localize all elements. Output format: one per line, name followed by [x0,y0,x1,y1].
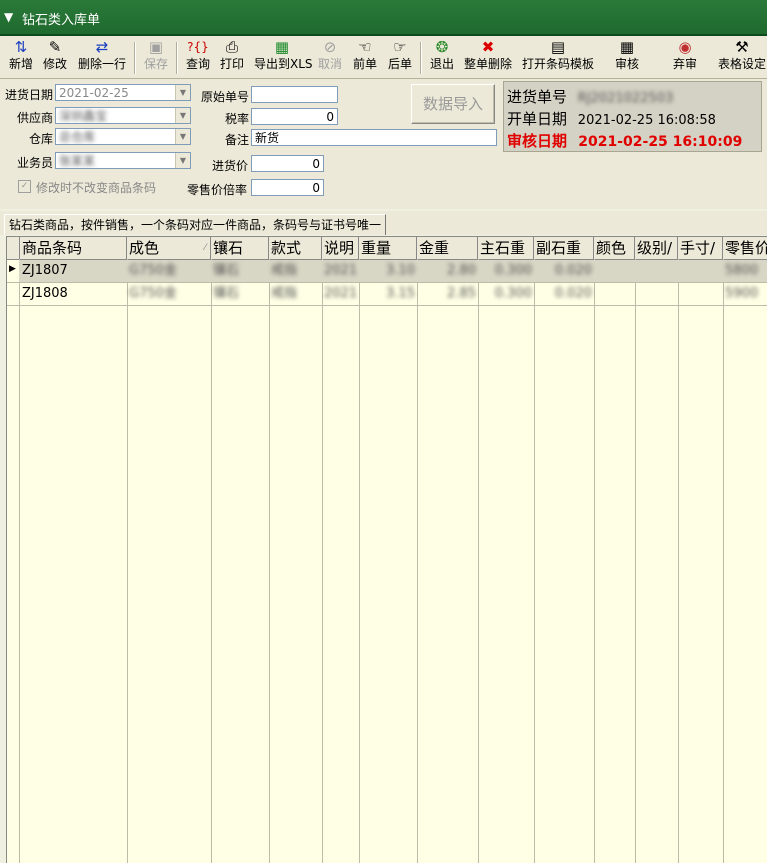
original-no-input[interactable] [251,86,338,103]
open-barcode-template-button[interactable]: ▤ 打开条码模板 [520,38,596,76]
order-no-row: 进货单号 RJ2021022503 [507,88,674,106]
sort-icon: ⁄ [204,243,206,253]
col-header[interactable]: 副石重 [534,237,594,259]
exit-button[interactable]: ❂ 退出 [428,38,456,76]
keep-barcode-checkbox[interactable]: ✓ [18,180,31,193]
col-header[interactable]: 主石重 [478,237,534,259]
title-bar: ▼ 钻石类入库单 [0,0,767,36]
next-hand-icon: ☞ [393,38,407,56]
cancel-button[interactable]: ⊘ 取消 [316,38,344,76]
order-info-panel: 进货单号 RJ2021022503 开单日期 2021-02-25 16:08:… [503,81,762,152]
audit-icon: ▦ [619,38,635,56]
col-header[interactable]: 手寸/ [678,237,723,259]
col-header[interactable]: 颜色 [594,237,635,259]
warehouse-select[interactable]: 总仓库 ▼ [55,128,191,145]
delete-icon: ✖ [481,38,495,56]
clerk-select[interactable]: 张某某 ▼ [55,152,191,169]
prev-hand-icon: ☜ [358,38,372,56]
row-indicator-header [7,237,20,259]
query-button[interactable]: ?{} 查询 [184,38,212,76]
tab-strip: 钻石类商品，按件销售，一个条码对应一件商品，条码号与证书号唯一 [0,211,767,235]
col-header[interactable]: 款式 [269,237,322,259]
abandon-audit-button[interactable]: ◉ 弃审 [670,38,700,76]
toolbar: ⇅ 新增 ✎ 修改 ⇄ 删除一行 ▣ 保存 ?{} 查询 ⎙ 打印 ▦ 导出到X… [0,36,767,79]
tab-diamond-goods[interactable]: 钻石类商品，按件销售，一个条码对应一件商品，条码号与证书号唯一 [4,214,387,235]
tax-input[interactable]: 0 [251,108,338,125]
col-header[interactable]: 说明 [322,237,359,259]
add-icon: ⇅ [14,38,28,56]
grid-header: 商品条码 成色 ⁄ 镶石 款式 说明 重量 金重 主石重 副石重 颜色 级别/ 手… [7,237,767,260]
col-header[interactable]: 零售价 [723,237,767,259]
retail-rate-input[interactable]: 0 [251,179,324,196]
exit-icon: ❂ [435,38,449,56]
chevron-down-icon[interactable]: ▼ [175,108,190,123]
add-button[interactable]: ⇅ 新增 [6,38,36,76]
abandon-audit-icon: ◉ [678,38,692,56]
supplier-label: 供应商 [17,111,54,125]
table-settings-button[interactable]: ⚒ 表格设定 [718,38,766,76]
col-header[interactable]: 商品条码 [20,237,127,259]
print-button[interactable]: ⎙ 打印 [218,38,246,76]
prev-button[interactable]: ☜ 前单 [350,38,380,76]
delete-all-button[interactable]: ✖ 整单删除 [462,38,514,76]
edit-button[interactable]: ✎ 修改 [40,38,70,76]
clerk-label: 业务员 [17,156,54,170]
query-icon: ?{} [187,40,209,54]
chevron-down-icon[interactable]: ▼ [175,85,190,100]
data-import-button[interactable]: 数据导入 [411,84,495,124]
cancel-icon: ⊘ [323,38,337,56]
warehouse-label: 仓库 [29,132,54,146]
delete-row-icon: ⇄ [95,38,109,56]
col-header[interactable]: 金重 [417,237,478,259]
col-header[interactable]: 级别/ [635,237,678,259]
audit-button[interactable]: ▦ 审核 [612,38,642,76]
export-xls-button[interactable]: ▦ 导出到XLS [254,38,313,76]
next-button[interactable]: ☞ 后单 [386,38,414,76]
col-header[interactable]: 成色 ⁄ [127,237,211,259]
supplier-select[interactable]: 深圳鑫宝 ▼ [55,107,191,124]
chevron-down-icon[interactable]: ▼ [175,129,190,144]
note-label: 备注 [225,133,250,147]
date-field[interactable]: 2021-02-25 ▼ [55,84,191,101]
col-header[interactable]: 镶石 [211,237,269,259]
keep-barcode-label: 修改时不改变商品条码 [36,181,157,195]
tax-label: 税率 [225,112,250,126]
edit-icon: ✎ [48,38,62,56]
open-date-row: 开单日期 2021-02-25 16:08:58 [507,110,716,128]
date-label: 进货日期 [5,88,54,102]
save-icon: ▣ [148,38,164,56]
save-button[interactable]: ▣ 保存 [142,38,170,76]
retail-rate-label: 零售价倍率 [187,183,248,197]
goods-grid: 商品条码 成色 ⁄ 镶石 款式 说明 重量 金重 主石重 副石重 颜色 级别/ 手… [6,236,767,863]
audit-date-row: 审核日期 2021-02-25 16:10:09 [507,132,743,150]
excel-icon: ▦ [274,38,290,56]
chevron-down-icon[interactable]: ▼ [175,153,190,168]
note-input[interactable]: 新货 [251,129,497,146]
original-no-label: 原始单号 [201,90,250,104]
cost-label: 进货价 [212,159,249,173]
delete-row-button[interactable]: ⇄ 删除一行 [76,38,128,76]
col-header[interactable]: 重量 [359,237,417,259]
tools-icon: ⚒ [735,38,749,56]
print-icon: ⎙ [225,38,238,56]
current-row-indicator-icon: ▶ [9,264,16,274]
window-title: 钻石类入库单 [22,13,101,28]
app-icon: ▼ [4,10,14,24]
cost-input[interactable]: 0 [251,155,324,172]
barcode-template-icon: ▤ [550,38,566,56]
